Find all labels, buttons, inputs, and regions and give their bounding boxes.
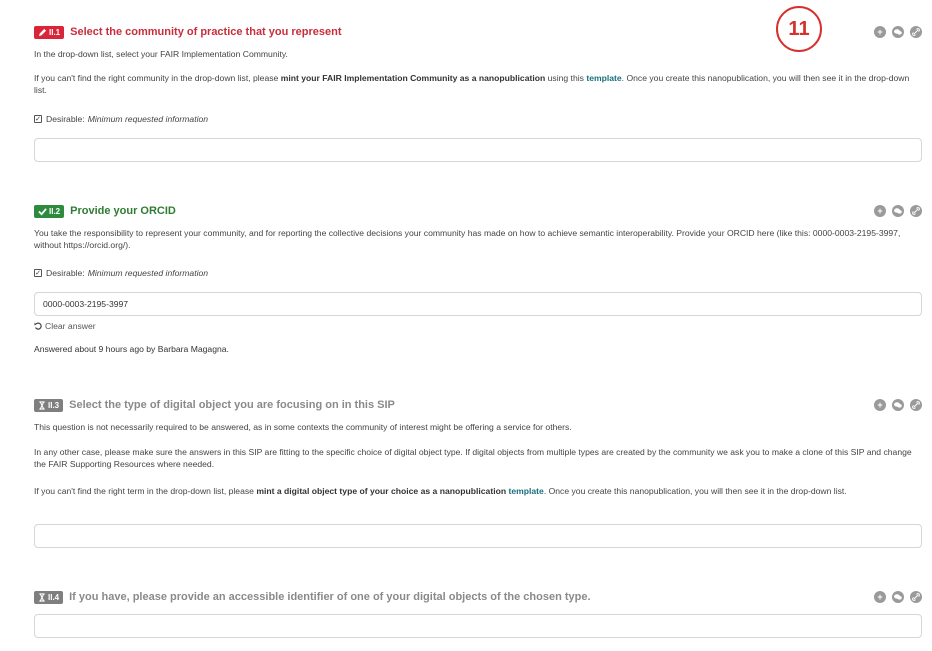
desirable-label: Desirable: xyxy=(46,268,85,278)
badge-label: II.2 xyxy=(49,206,61,216)
question-guidance: In any other case, please make sure the … xyxy=(34,447,912,469)
question-actions: + xyxy=(874,26,922,38)
comments-icon[interactable] xyxy=(892,399,904,411)
desirable-note: Minimum requested information xyxy=(87,268,209,278)
instructions-text: If you can't find the right community in… xyxy=(34,73,281,83)
question-actions: + xyxy=(874,399,922,411)
plus-icon[interactable]: + xyxy=(874,591,886,603)
plus-icon[interactable]: + xyxy=(874,399,886,411)
question-instructions: If you can't find the right community in… xyxy=(34,72,922,96)
answered-info: Answered about 9 hours ago by Barbara Ma… xyxy=(34,344,229,354)
identifier-input[interactable] xyxy=(34,614,922,638)
question-number-badge: II.1 xyxy=(34,25,65,39)
question-title: Select the type of digital object you ar… xyxy=(69,399,395,411)
question-title: Select the community of practice that yo… xyxy=(70,26,342,38)
desirable-indicator: ✓ Desirable: Minimum requested informati… xyxy=(34,268,208,278)
link-icon[interactable] xyxy=(910,399,922,411)
instructions-text: . Once you create this nanopublication, … xyxy=(543,486,847,496)
question-header: II.2 Provide your ORCID xyxy=(34,203,922,219)
badge-label: II.3 xyxy=(48,400,60,410)
template-link[interactable]: template xyxy=(586,73,621,83)
comments-icon[interactable] xyxy=(892,26,904,38)
question-ii-2: II.2 Provide your ORCID + You take the r… xyxy=(34,203,922,363)
question-ii-4: II.4 If you have, please provide an acce… xyxy=(34,589,922,651)
question-actions: + xyxy=(874,591,922,603)
question-description: You take the responsibility to represent… xyxy=(34,228,901,250)
pencil-icon xyxy=(38,28,47,36)
plus-icon[interactable]: + xyxy=(874,205,886,217)
question-header: II.4 If you have, please provide an acce… xyxy=(34,589,922,605)
digital-object-type-select[interactable] xyxy=(34,524,922,548)
clear-answer-label: Clear answer xyxy=(45,321,96,331)
desirable-note: Minimum requested information xyxy=(87,114,209,124)
desirable-label: Desirable: xyxy=(46,114,85,124)
desirable-indicator: ✓ Desirable: Minimum requested informati… xyxy=(34,114,208,124)
checkbox-icon: ✓ xyxy=(34,115,42,123)
hourglass-icon xyxy=(39,400,45,410)
question-header: II.3 Select the type of digital object y… xyxy=(34,397,922,413)
link-icon[interactable] xyxy=(910,591,922,603)
clear-answer-button[interactable]: Clear answer xyxy=(34,321,96,331)
community-select[interactable] xyxy=(34,138,922,162)
orcid-input[interactable]: 0000-0003-2195-3997 xyxy=(34,292,922,316)
question-number-badge: II.2 xyxy=(34,204,65,218)
instructions-bold: mint your FAIR Implementation Community … xyxy=(280,73,546,83)
badge-label: II.4 xyxy=(48,592,60,602)
badge-label: II.1 xyxy=(49,27,61,37)
plus-icon[interactable]: + xyxy=(874,26,886,38)
template-link[interactable]: template xyxy=(508,486,543,496)
question-title: Provide your ORCID xyxy=(70,205,176,217)
comments-icon[interactable] xyxy=(892,591,904,603)
question-title: If you have, please provide an accessibl… xyxy=(69,591,591,603)
comments-icon[interactable] xyxy=(892,205,904,217)
hourglass-icon xyxy=(39,592,45,602)
check-icon xyxy=(38,207,47,216)
instructions-text: using this xyxy=(545,73,587,83)
instructions-text: If you can't find the right term in the … xyxy=(34,486,257,496)
step-marker: 11 xyxy=(776,6,822,52)
question-ii-3: II.3 Select the type of digital object y… xyxy=(34,397,922,552)
question-instructions: If you can't find the right term in the … xyxy=(34,485,922,497)
checkbox-icon: ✓ xyxy=(34,269,42,277)
instructions-bold: mint a digital object type of your choic… xyxy=(256,486,507,496)
question-number-badge: II.4 xyxy=(34,590,64,604)
question-number-badge: II.3 xyxy=(34,398,64,412)
link-icon[interactable] xyxy=(910,26,922,38)
undo-icon xyxy=(34,322,42,330)
question-description: This question is not necessarily require… xyxy=(34,422,572,432)
link-icon[interactable] xyxy=(910,205,922,217)
question-actions: + xyxy=(874,205,922,217)
